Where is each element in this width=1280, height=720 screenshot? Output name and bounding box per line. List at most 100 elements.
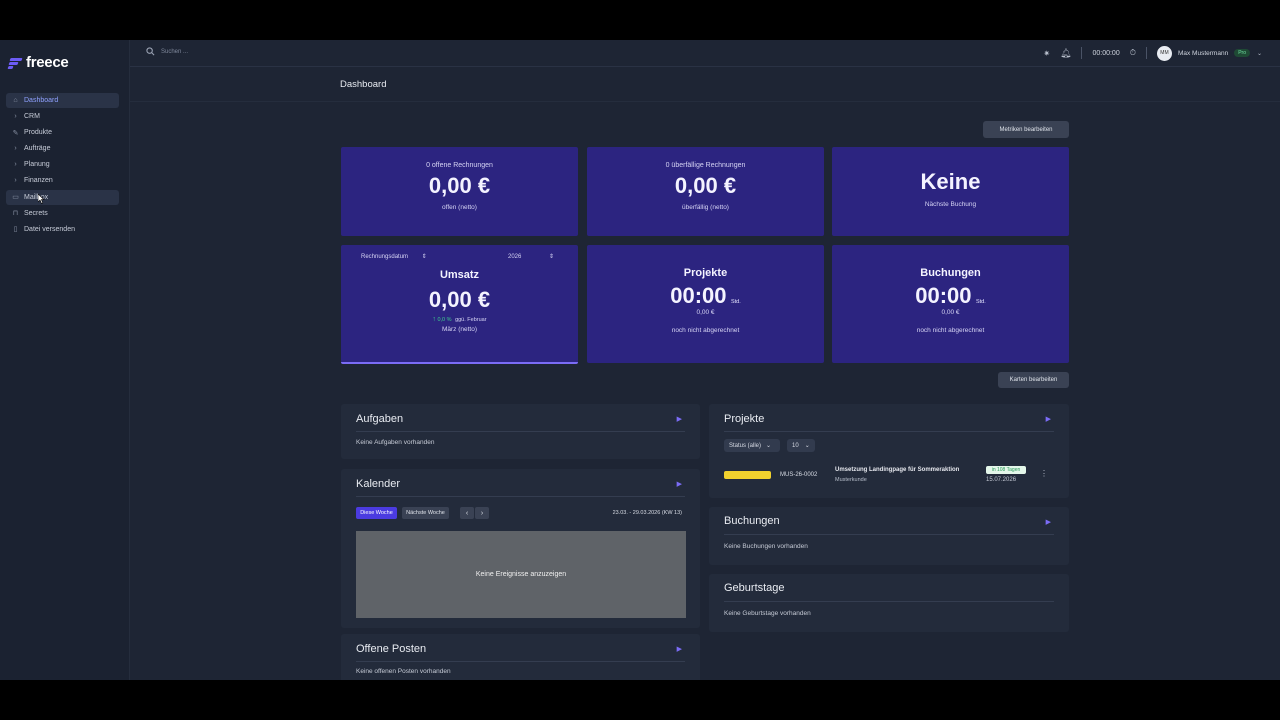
play-arrow-icon[interactable]: ▶ <box>1046 518 1051 526</box>
play-arrow-icon[interactable]: ▶ <box>677 645 682 653</box>
panel-title: Offene Posten <box>356 643 427 655</box>
chevron-right-icon: › <box>14 113 17 121</box>
bell-icon[interactable]: 🔔︎ <box>1060 48 1071 59</box>
buchungen-card[interactable]: Buchungen 00:00 Std. 0,00 € noch nicht a… <box>832 245 1069 363</box>
theme-toggle-icon[interactable]: ✷ <box>1043 49 1050 58</box>
change-value: 0,0 % <box>437 317 452 323</box>
due-badge: in 108 Tagen <box>986 466 1026 474</box>
freece-logo-icon <box>7 56 23 70</box>
plan-badge: Pro <box>1234 49 1250 57</box>
sidebar-item-crm[interactable]: › CRM <box>6 109 119 124</box>
stopwatch-icon[interactable]: ⏱︎ <box>1130 48 1136 58</box>
next-week-button[interactable]: Nächste Woche <box>402 507 449 519</box>
card-sub: Nächste Buchung <box>924 201 977 208</box>
empty-message: Keine Ereignisse anzuzeigen <box>475 571 567 578</box>
projekte-panel: Projekte ▶ Status (alle) ⌄ 10 ⌄ In Bearbei… <box>709 404 1069 498</box>
chevron-left-icon: ‹ <box>465 509 469 517</box>
empty-message: Keine Buchungen vorhanden <box>724 543 808 550</box>
status-filter-select[interactable]: Status (alle) ⌄ <box>724 439 780 452</box>
play-arrow-icon[interactable]: ▶ <box>1046 415 1051 423</box>
home-icon: ⌂ <box>13 97 18 104</box>
play-arrow-icon[interactable]: ▶ <box>677 415 682 423</box>
user-name[interactable]: Max Mustermann <box>1178 50 1228 57</box>
brand-logo[interactable]: freece <box>7 54 69 71</box>
chevron-right-icon: › <box>14 145 17 153</box>
offene-posten-panel: Offene Posten ▶ Keine offenen Posten vor… <box>341 634 700 680</box>
card-sub: überfällig (netto) <box>682 204 729 211</box>
card-sub: noch nicht abgerechnet <box>916 327 985 334</box>
card-value: 0,00 € <box>674 173 737 198</box>
due-date: 15.07.2026 <box>986 477 1017 483</box>
card-value: Keine <box>920 169 981 194</box>
project-customer: Musterkunde <box>835 477 867 483</box>
week-range: 23.03. - 29.03.2026 (KW 13) <box>612 510 682 516</box>
sidebar-item-label: Datei versenden <box>24 225 75 233</box>
sidebar-item-auftraege[interactable]: › Aufträge <box>6 141 119 156</box>
card-title: Umsatz <box>439 269 480 281</box>
edit-cards-button[interactable]: Karten bearbeiten <box>998 372 1069 388</box>
sidebar-item-label: Secrets <box>24 209 48 217</box>
project-name: Umsetzung Landingpage für Sommeraktion <box>835 467 960 473</box>
overdue-invoices-card[interactable]: 0 überfällige Rechnungen 0,00 € überfäll… <box>587 147 824 236</box>
card-title: Projekte <box>683 267 728 279</box>
sidebar-item-mailbox[interactable]: ▭ Mailbox <box>6 189 119 205</box>
umsatz-card: Rechnungsdatum ⇕ 2026 ⇕ Umsatz 0,00 € ↑ … <box>341 245 578 364</box>
projekte-card[interactable]: Projekte 00:00 Std. 0,00 € noch nicht ab… <box>587 245 824 363</box>
buchungen-panel: Buchungen ▶ Keine Buchungen vorhanden <box>709 507 1069 565</box>
chevron-right-icon: › <box>14 161 17 169</box>
divider <box>1081 47 1083 59</box>
card-title: Buchungen <box>920 267 981 279</box>
select-value: 10 <box>792 442 799 449</box>
sidebar-item-dashboard[interactable]: ⌂ Dashboard <box>6 93 119 108</box>
aufgaben-panel: Aufgaben ▶ Keine Aufgaben vorhanden <box>341 404 700 459</box>
divider <box>130 101 1280 102</box>
timer-display[interactable]: 00:00:00 <box>1092 50 1119 57</box>
sidebar: freece ⌂ Dashboard › CRM ✎ Produkte › Aufträ… <box>0 40 130 680</box>
calendar-area[interactable]: Keine Ereignisse anzuzeigen <box>356 531 686 618</box>
sidebar-item-label: Produkte <box>24 129 53 137</box>
avatar[interactable]: MM <box>1156 45 1172 61</box>
chevron-down-icon[interactable]: ⌄ <box>1257 50 1262 57</box>
more-options-icon[interactable]: ⋮ <box>1040 469 1048 478</box>
empty-message: Keine offenen Posten vorhanden <box>356 668 451 675</box>
year-select[interactable]: 2026 ⇕ <box>508 253 554 260</box>
divider <box>1145 47 1147 59</box>
chevron-down-icon: ⌄ <box>804 443 810 449</box>
search-icon <box>146 47 155 56</box>
file-icon: ▯ <box>13 226 18 234</box>
sidebar-item-datei-versenden[interactable]: ▯ Datei versenden <box>6 222 119 237</box>
divider <box>356 431 685 432</box>
table-row[interactable]: In Bearbeitung MUS-26-0002 Umsetzung Lan… <box>724 466 1054 490</box>
divider <box>356 496 685 497</box>
sidebar-item-produkte[interactable]: ✎ Produkte <box>6 125 119 140</box>
sidebar-item-secrets[interactable]: ⊓ Secrets <box>6 206 119 221</box>
panel-title: Geburtstage <box>724 582 785 594</box>
sidebar-nav: ⌂ Dashboard › CRM ✎ Produkte › Aufträge › Pla… <box>6 93 119 238</box>
play-arrow-icon[interactable]: ▶ <box>677 480 682 488</box>
kalender-panel: Kalender ▶ Diese Woche Nächste Woche ‹ ›… <box>341 469 700 628</box>
project-number: MUS-26-0002 <box>780 472 818 478</box>
sidebar-item-label: Aufträge <box>24 145 51 153</box>
sidebar-item-label: Finanzen <box>24 177 53 185</box>
select-arrows-icon: ⇕ <box>421 254 427 260</box>
geburtstage-panel: Geburtstage Keine Geburtstage vorhanden <box>709 574 1069 632</box>
search-bar[interactable]: Suchen ... <box>146 47 188 56</box>
this-week-button[interactable]: Diese Woche <box>356 507 397 519</box>
date-type-select[interactable]: Rechnungsdatum ⇕ <box>361 253 427 260</box>
panel-title: Projekte <box>724 413 765 425</box>
search-input[interactable]: Suchen ... <box>161 49 188 55</box>
page-size-select[interactable]: 10 ⌄ <box>787 439 815 452</box>
next-booking-card[interactable]: Keine Nächste Buchung <box>832 147 1069 236</box>
status-badge: In Bearbeitung <box>724 471 771 479</box>
divider <box>724 431 1054 432</box>
panel-title: Buchungen <box>724 515 780 527</box>
prev-week-button[interactable]: ‹ <box>460 507 474 519</box>
card-value: 0,00 € <box>428 173 491 198</box>
next-week-arrow-button[interactable]: › <box>475 507 489 519</box>
panel-title: Kalender <box>356 478 401 490</box>
edit-metrics-button[interactable]: Metriken bearbeiten <box>983 121 1069 138</box>
open-invoices-card[interactable]: 0 offene Rechnungen 0,00 € offen (netto) <box>341 147 578 236</box>
card-label: 0 überfällige Rechnungen <box>665 162 746 169</box>
sidebar-item-finanzen[interactable]: › Finanzen <box>6 173 119 188</box>
sidebar-item-planung[interactable]: › Planung <box>6 157 119 172</box>
